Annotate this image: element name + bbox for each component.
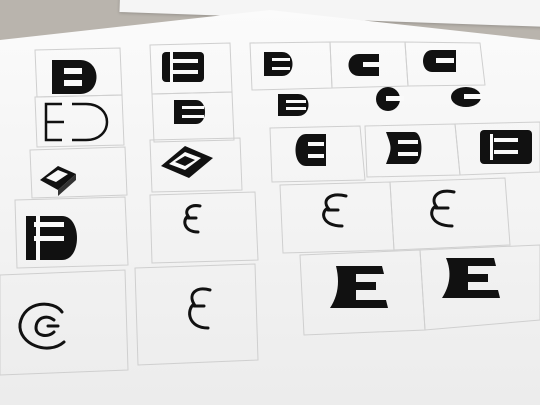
sketch-e-round-block bbox=[295, 134, 326, 166]
sketch-e-block-2 bbox=[174, 100, 205, 124]
sketch-e-italic-1 bbox=[330, 266, 388, 308]
sketch-epsilon-4 bbox=[188, 287, 212, 330]
sketch-e-shield bbox=[386, 132, 422, 164]
sketch-epsilon-3 bbox=[430, 189, 456, 228]
sketch-e-rounded-1 bbox=[264, 52, 293, 76]
sketch-e-block-3 bbox=[278, 94, 309, 116]
photo-scene bbox=[0, 0, 540, 405]
sketch-epsilon-1 bbox=[183, 204, 202, 234]
sketch-e-large-block bbox=[26, 216, 77, 260]
sketch-e-outline bbox=[44, 102, 109, 142]
sketch-e-3d-2 bbox=[161, 146, 213, 178]
sketch-e-rounded-2 bbox=[348, 54, 379, 76]
sketch-e-framed bbox=[480, 130, 532, 164]
sketch-e-stencil-1 bbox=[52, 60, 97, 94]
sketch-c-2 bbox=[451, 87, 482, 107]
sketch-c-outline bbox=[18, 302, 66, 350]
sketch-e-rounded-3 bbox=[423, 50, 456, 72]
sketch-e-3d-1 bbox=[40, 166, 76, 196]
sketch-c-1 bbox=[376, 87, 404, 111]
sketch-epsilon-2 bbox=[322, 193, 348, 228]
sketch-e-block-1 bbox=[162, 52, 204, 82]
sketch-e-italic-2 bbox=[442, 258, 500, 298]
